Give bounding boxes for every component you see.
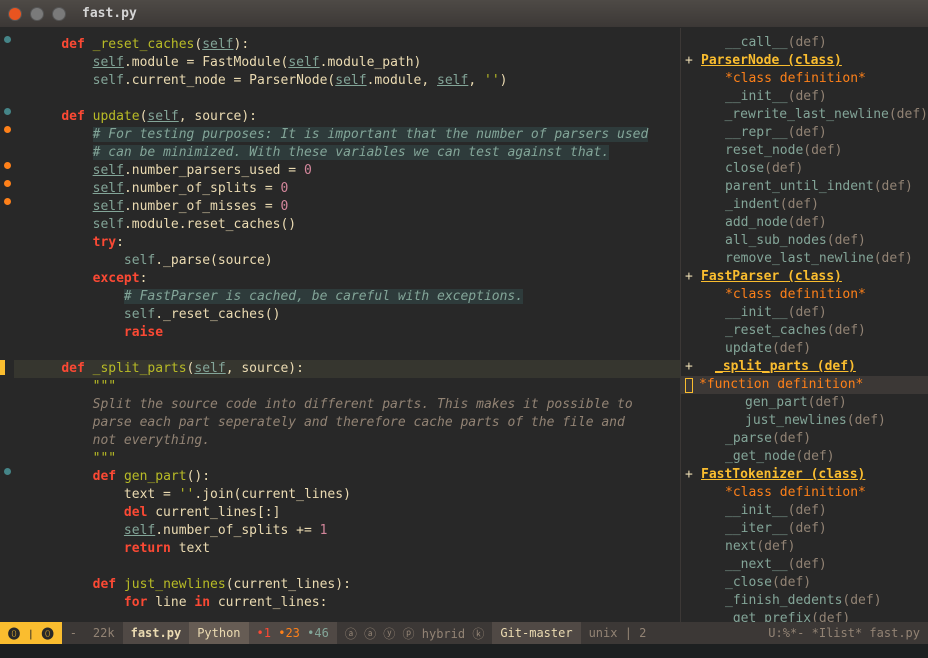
close-icon[interactable] — [8, 7, 22, 21]
code-line[interactable]: def gen_part(): — [14, 468, 680, 486]
outline-item[interactable]: +FastParser (class) — [681, 268, 928, 286]
minimize-icon[interactable] — [30, 7, 44, 21]
outline-item[interactable]: *class definition* — [681, 484, 928, 502]
outline-item[interactable]: _reset_caches (def) — [681, 322, 928, 340]
ml-encoding: unix | 2 — [581, 622, 655, 644]
code-line[interactable]: raise — [14, 324, 680, 342]
outline-item[interactable]: *class definition* — [681, 286, 928, 304]
outline-item[interactable]: +_split_parts (def) — [681, 358, 928, 376]
window-title: fast.py — [82, 6, 137, 21]
outline-pane[interactable]: __call__ (def)+ParserNode (class) *class… — [680, 28, 928, 622]
outline-item[interactable]: _close (def) — [681, 574, 928, 592]
mode-line: ⓿ ❘ ⓿ - 22k fast.py Python •1 •23 •46 ⓐ … — [0, 622, 928, 644]
outline-item[interactable]: just_newlines (def) — [681, 412, 928, 430]
outline-item[interactable]: _indent (def) — [681, 196, 928, 214]
ml-prefix: - — [62, 622, 85, 644]
code-line[interactable]: def _reset_caches(self): — [14, 36, 680, 54]
outline-item[interactable]: reset_node (def) — [681, 142, 928, 160]
code-line[interactable]: except: — [14, 270, 680, 288]
warn-count: •23 — [278, 626, 300, 640]
maximize-icon[interactable] — [52, 7, 66, 21]
code-line[interactable]: self._parse(source) — [14, 252, 680, 270]
code-line[interactable]: def update(self, source): — [14, 108, 680, 126]
outline-item[interactable]: parent_until_indent (def) — [681, 178, 928, 196]
code-line[interactable]: # FastParser is cached, be careful with … — [14, 288, 680, 306]
code-line[interactable]: try: — [14, 234, 680, 252]
code-line[interactable] — [14, 558, 680, 576]
code-editor-pane[interactable]: def _reset_caches(self): self.module = F… — [0, 28, 680, 622]
code-line[interactable]: # can be minimized. With these variables… — [14, 144, 680, 162]
code-line[interactable]: Split the source code into different par… — [14, 396, 680, 414]
outline-item[interactable]: update (def) — [681, 340, 928, 358]
outline-item[interactable]: _get_node (def) — [681, 448, 928, 466]
ml-size: 22k — [85, 622, 123, 644]
info-count: •46 — [307, 626, 329, 640]
cursor-indicator — [685, 378, 693, 393]
code-line[interactable]: self.number_of_splits += 1 — [14, 522, 680, 540]
outline-item[interactable]: *class definition* — [681, 70, 928, 88]
outline-item[interactable]: _parse (def) — [681, 430, 928, 448]
outline-item[interactable]: __init__ (def) — [681, 88, 928, 106]
code-line[interactable]: parse each part seperately and therefore… — [14, 414, 680, 432]
outline-item[interactable]: _rewrite_last_newline (def) — [681, 106, 928, 124]
outline-item[interactable]: *function definition* — [681, 376, 928, 394]
code-line[interactable]: self.module.reset_caches() — [14, 216, 680, 234]
code-line[interactable]: self.number_of_misses = 0 — [14, 198, 680, 216]
code-line[interactable]: self.number_parsers_used = 0 — [14, 162, 680, 180]
code-line[interactable]: self.number_of_splits = 0 — [14, 180, 680, 198]
ml-filename[interactable]: fast.py — [123, 622, 190, 644]
code-line[interactable] — [14, 90, 680, 108]
outline-item[interactable]: __init__ (def) — [681, 304, 928, 322]
error-count: •1 — [257, 626, 271, 640]
code-line[interactable]: def just_newlines(current_lines): — [14, 576, 680, 594]
code-line[interactable] — [14, 342, 680, 360]
outline-item[interactable]: add_node (def) — [681, 214, 928, 232]
code-line[interactable]: # For testing purposes: It is important … — [14, 126, 680, 144]
code-line[interactable]: text = ''.join(current_lines) — [14, 486, 680, 504]
ml-vc[interactable]: Git-master — [492, 622, 580, 644]
outline-item[interactable]: __init__ (def) — [681, 502, 928, 520]
editor-gutter — [0, 28, 14, 622]
outline-item[interactable]: gen_part (def) — [681, 394, 928, 412]
code-area[interactable]: def _reset_caches(self): self.module = F… — [14, 28, 680, 622]
echo-area — [0, 644, 928, 658]
code-line[interactable]: self.module = FastModule(self.module_pat… — [14, 54, 680, 72]
flycheck-indicator[interactable]: ⓿ ❘ ⓿ — [0, 622, 62, 644]
code-line[interactable]: """ — [14, 450, 680, 468]
window-titlebar: fast.py — [0, 0, 928, 28]
outline-item[interactable]: __iter__ (def) — [681, 520, 928, 538]
outline-item[interactable]: +FastTokenizer (class) — [681, 466, 928, 484]
ml-minor-modes: ⓐ ⓐ ⓨ ⓟ hybrid ⓚ — [337, 622, 492, 644]
outline-item[interactable]: close (def) — [681, 160, 928, 178]
outline-item[interactable]: __repr__ (def) — [681, 124, 928, 142]
code-line[interactable]: self._reset_caches() — [14, 306, 680, 324]
editor-split: def _reset_caches(self): self.module = F… — [0, 28, 928, 622]
ml-major-mode[interactable]: Python — [189, 622, 248, 644]
code-line[interactable]: return text — [14, 540, 680, 558]
code-line[interactable]: """ — [14, 378, 680, 396]
outline-item[interactable]: __call__ (def) — [681, 34, 928, 52]
flycheck-counts[interactable]: •1 •23 •46 — [249, 622, 337, 644]
outline-item[interactable]: _get_prefix (def) — [681, 610, 928, 622]
code-line[interactable]: for line in current_lines: — [14, 594, 680, 612]
outline-item[interactable]: +ParserNode (class) — [681, 52, 928, 70]
code-line[interactable]: def _split_parts(self, source): — [14, 360, 680, 378]
outline-item[interactable]: __next__ (def) — [681, 556, 928, 574]
code-line[interactable]: del current_lines[:] — [14, 504, 680, 522]
code-line[interactable]: not everything. — [14, 432, 680, 450]
ml-right: U:%*- *Ilist* fast.py — [654, 622, 928, 644]
outline-item[interactable]: all_sub_nodes (def) — [681, 232, 928, 250]
code-line[interactable]: self.current_node = ParserNode(self.modu… — [14, 72, 680, 90]
outline-item[interactable]: remove_last_newline (def) — [681, 250, 928, 268]
outline-item[interactable]: _finish_dedents (def) — [681, 592, 928, 610]
outline-item[interactable]: next (def) — [681, 538, 928, 556]
